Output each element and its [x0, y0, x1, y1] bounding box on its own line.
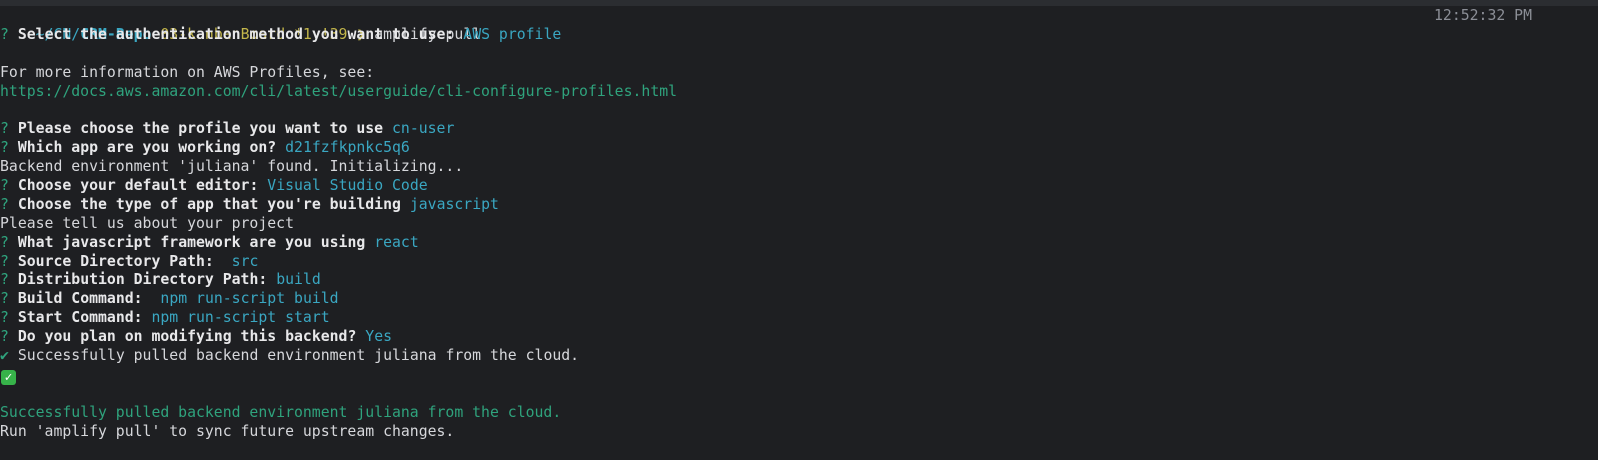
terminal-output: ~/CN/CRM-Repo 03-kanbanBoard *1 !39 ❯ am… [0, 7, 1590, 441]
prompt-time: 12:52:32 PM [1434, 7, 1532, 24]
question-mark-icon: ? [0, 271, 9, 289]
scrollbar[interactable] [1588, 6, 1598, 460]
success-green-line: Successfully pulled backend environment … [0, 403, 562, 421]
question-mark-icon: ? [0, 328, 9, 346]
question-label: Build Command: [17, 290, 152, 308]
auth-question: ? Select the authentication method you w… [0, 26, 1590, 45]
question-answer: npm run-script start [151, 309, 330, 327]
question-label: Select the authentication method you wan… [17, 25, 455, 43]
app-type-question: ? Choose the type of app that you're bui… [0, 196, 1590, 215]
question-label: Start Command: [17, 309, 143, 327]
question-mark-icon: ? [0, 233, 9, 251]
question-answer: npm run-script build [160, 290, 339, 308]
question-label: Distribution Directory Path: [17, 271, 268, 289]
framework-question: ? What javascript framework are you usin… [0, 234, 1590, 253]
emoji-line: ✓ [0, 366, 1590, 385]
dist-dir-question: ? Distribution Directory Path: build [0, 271, 1590, 290]
question-answer: AWS profile [463, 25, 562, 43]
question-mark-icon: ? [0, 290, 9, 308]
build-command-question: ? Build Command: npm run-script build [0, 290, 1590, 309]
question-answer: d21fzfkpnkc5q6 [285, 139, 410, 157]
profile-question: ? Please choose the profile you want to … [0, 120, 1590, 139]
run-hint-line: Run 'amplify pull' to sync future upstre… [0, 422, 455, 440]
question-mark-icon: ? [0, 139, 9, 157]
tell-us-line: Please tell us about your project [0, 214, 294, 232]
success-check-line: ✔ Successfully pulled backend environmen… [0, 347, 1590, 366]
question-label: Which app are you working on? [17, 139, 277, 157]
start-command-question: ? Start Command: npm run-script start [0, 309, 1590, 328]
question-mark-icon: ? [0, 25, 9, 43]
window-top-bar [0, 0, 1598, 6]
question-answer: react [374, 233, 419, 251]
question-mark-icon: ? [0, 252, 9, 270]
info-line: For more information on AWS Profiles, se… [0, 63, 375, 81]
check-box-icon: ✓ [1, 369, 16, 385]
question-label: What javascript framework are you using [17, 233, 366, 251]
question-answer: javascript [409, 195, 499, 213]
question-answer: build [276, 271, 321, 289]
question-answer: cn-user [392, 120, 455, 138]
question-answer: Visual Studio Code [267, 177, 428, 195]
app-question: ? Which app are you working on? d21fzfkp… [0, 139, 1590, 158]
docs-link[interactable]: https://docs.aws.amazon.com/cli/latest/u… [0, 83, 1590, 102]
question-label: Do you plan on modifying this backend? [17, 328, 357, 346]
question-mark-icon: ? [0, 309, 9, 327]
prompt-line: ~/CN/CRM-Repo 03-kanbanBoard *1 !39 ❯ am… [0, 7, 1590, 43]
question-label: Source Directory Path: [17, 252, 223, 270]
question-label: Choose the type of app that you're build… [17, 195, 401, 213]
modify-backend-question: ? Do you plan on modifying this backend?… [0, 328, 1590, 347]
editor-question: ? Choose your default editor: Visual Stu… [0, 177, 1590, 196]
question-answer: src [231, 252, 259, 270]
question-mark-icon: ? [0, 195, 9, 213]
backend-found-line: Backend environment 'juliana' found. Ini… [0, 158, 464, 176]
checkmark-icon: ✔ [0, 347, 9, 365]
question-label: Choose your default editor: [17, 177, 259, 195]
success-text: Successfully pulled backend environment … [17, 347, 580, 365]
question-answer: Yes [365, 328, 393, 346]
question-mark-icon: ? [0, 177, 9, 195]
question-mark-icon: ? [0, 120, 9, 138]
question-label: Please choose the profile you want to us… [17, 120, 384, 138]
source-dir-question: ? Source Directory Path: src [0, 253, 1590, 272]
